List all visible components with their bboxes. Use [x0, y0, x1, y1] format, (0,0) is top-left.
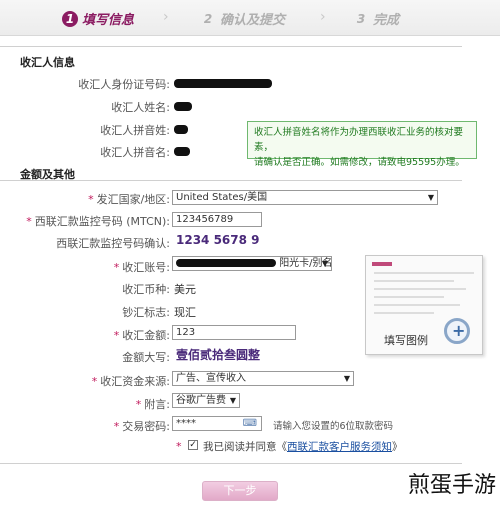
example-thumbnail[interactable]: 填写图例 + — [365, 255, 483, 355]
source-select[interactable]: 广告、宣传收入 ▼ — [172, 371, 354, 386]
required-mark: * — [88, 193, 94, 206]
required-mark: * — [113, 420, 120, 433]
recipient-id-value — [174, 76, 272, 89]
amount-input[interactable]: 123 — [172, 325, 296, 340]
step-label: 确认及提交 — [220, 13, 286, 28]
step-complete: 3 完成 — [353, 9, 400, 29]
cash-flag-label: 钞汇标志: — [122, 306, 170, 319]
divider — [0, 46, 462, 47]
agree-prefix: 我已阅读并同意《 — [203, 441, 287, 453]
source-label-text: 收汇资金来源: — [100, 375, 170, 388]
note-select-value: 谷歌广告费 — [176, 395, 226, 406]
thumb-logo — [372, 262, 392, 266]
progress-steps: 1 填写信息 › 2 确认及提交 › 3 完成 — [0, 0, 500, 36]
section-title-recipient: 收汇人信息 — [20, 56, 75, 69]
recipient-given-pinyin-value — [174, 144, 190, 157]
redacted-text — [174, 101, 192, 111]
password-input[interactable]: **** ⌨ — [172, 416, 262, 431]
tip-line-1: 收汇人拼音姓名将作为办理西联收汇业务的核对要素， — [254, 127, 464, 153]
thumb-line — [374, 296, 444, 298]
divider — [0, 180, 462, 181]
chevron-down-icon: ▼ — [321, 259, 328, 268]
chevron-down-icon: ▼ — [229, 396, 236, 405]
mtcn-confirm-label: 西联汇款监控号码确认: — [56, 237, 170, 250]
required-mark: * — [91, 375, 98, 388]
redacted-text — [174, 124, 188, 134]
recipient-name-label: 收汇人姓名: — [111, 101, 170, 114]
account-label-text: 收汇账号: — [122, 261, 170, 274]
zoom-plus-glyph: + — [452, 321, 466, 340]
step-number: 3 — [356, 11, 366, 26]
recipient-id-label: 收汇人身份证号码: — [78, 78, 170, 91]
country-label: * 发汇国家/地区: — [88, 191, 170, 207]
mtcn-label: * 西联汇款监控号码 (MTCN): — [26, 213, 170, 229]
recipient-surname-pinyin-value — [174, 122, 188, 135]
password-hint: 请输入您设置的6位取款密码 — [273, 421, 394, 432]
step-label: 完成 — [373, 13, 400, 28]
tip-line-2: 请确认是否正确。如需修改，请致电95595办理。 — [254, 157, 465, 168]
recipient-name-value — [174, 99, 192, 112]
zoom-icon[interactable]: + — [444, 318, 470, 344]
step-number: 2 — [203, 11, 213, 26]
required-mark: * — [113, 261, 120, 274]
divider — [0, 463, 462, 464]
currency-value: 美元 — [174, 283, 196, 296]
service-terms-link[interactable]: 西联汇款客户服务须知 — [287, 441, 392, 453]
account-select[interactable]: 阳光卡/别名 ▼ — [172, 256, 332, 271]
required-mark: * — [176, 440, 182, 453]
mtcn-input[interactable]: 123456789 — [172, 212, 262, 227]
redacted-text — [174, 146, 190, 156]
redacted-text — [174, 78, 272, 88]
amount-label-text: 收汇金额: — [122, 329, 170, 342]
source-select-value: 广告、宣传收入 — [176, 373, 246, 384]
mtcn-confirm-value: 1234 5678 9 — [176, 233, 260, 247]
note-label-text: 附言: — [144, 398, 170, 411]
chevron-down-icon: ▼ — [427, 193, 434, 202]
step-arrow-icon: › — [163, 9, 169, 25]
step-confirm: 2 确认及提交 — [200, 9, 286, 29]
mtcn-label-text: 西联汇款监控号码 (MTCN): — [34, 215, 170, 228]
note-label: * 附言: — [136, 396, 170, 412]
country-label-text: 发汇国家/地区: — [96, 193, 170, 206]
thumb-line — [374, 304, 460, 306]
pinyin-tip-box: 收汇人拼音姓名将作为办理西联收汇业务的核对要素， 请确认是否正确。如需修改，请致… — [247, 121, 477, 168]
step-label: 填写信息 — [82, 13, 135, 28]
watermark-text: 煎蛋手游 — [407, 473, 496, 498]
agree-text: 我已阅读并同意《西联汇款客户服务须知》 — [203, 439, 403, 454]
password-value: **** — [176, 418, 196, 429]
chevron-down-icon: ▼ — [343, 374, 350, 383]
step-fill-info: 1 填写信息 — [62, 9, 134, 28]
recipient-given-pinyin-label: 收汇人拼音名: — [100, 146, 170, 159]
source-label: * 收汇资金来源: — [92, 373, 170, 389]
account-label: * 收汇账号: — [114, 259, 170, 275]
thumb-line — [374, 288, 466, 290]
redacted-text — [176, 259, 276, 267]
amount-upper-value: 壹佰贰拾叁圆整 — [176, 348, 261, 362]
country-select[interactable]: United States/美国 ▼ — [172, 190, 438, 205]
required-mark: * — [113, 329, 120, 342]
cash-flag-value: 现汇 — [174, 306, 196, 319]
thumb-line — [374, 280, 454, 282]
amount-label: * 收汇金额: — [114, 327, 170, 343]
agree-checkbox[interactable]: ✓ — [188, 440, 198, 450]
thumb-line — [374, 312, 434, 314]
step-number: 1 — [62, 10, 78, 27]
password-label-text: 交易密码: — [122, 420, 170, 433]
required-mark: * — [26, 215, 32, 228]
currency-label: 收汇币种: — [122, 283, 170, 296]
next-step-button[interactable]: 下一步 — [202, 481, 278, 501]
step-arrow-icon: › — [320, 9, 326, 25]
agree-suffix: 》 — [392, 441, 403, 453]
note-select[interactable]: 谷歌广告费 ▼ — [172, 393, 240, 408]
amount-upper-label: 金额大写: — [122, 351, 170, 364]
password-label: * 交易密码: — [114, 418, 170, 434]
country-select-value: United States/美国 — [176, 192, 268, 203]
recipient-surname-pinyin-label: 收汇人拼音姓: — [100, 124, 170, 137]
required-mark: * — [135, 398, 142, 411]
thumb-line — [374, 272, 474, 274]
keyboard-icon[interactable]: ⌨ — [243, 417, 257, 430]
thumbnail-caption: 填写图例 — [384, 334, 428, 347]
